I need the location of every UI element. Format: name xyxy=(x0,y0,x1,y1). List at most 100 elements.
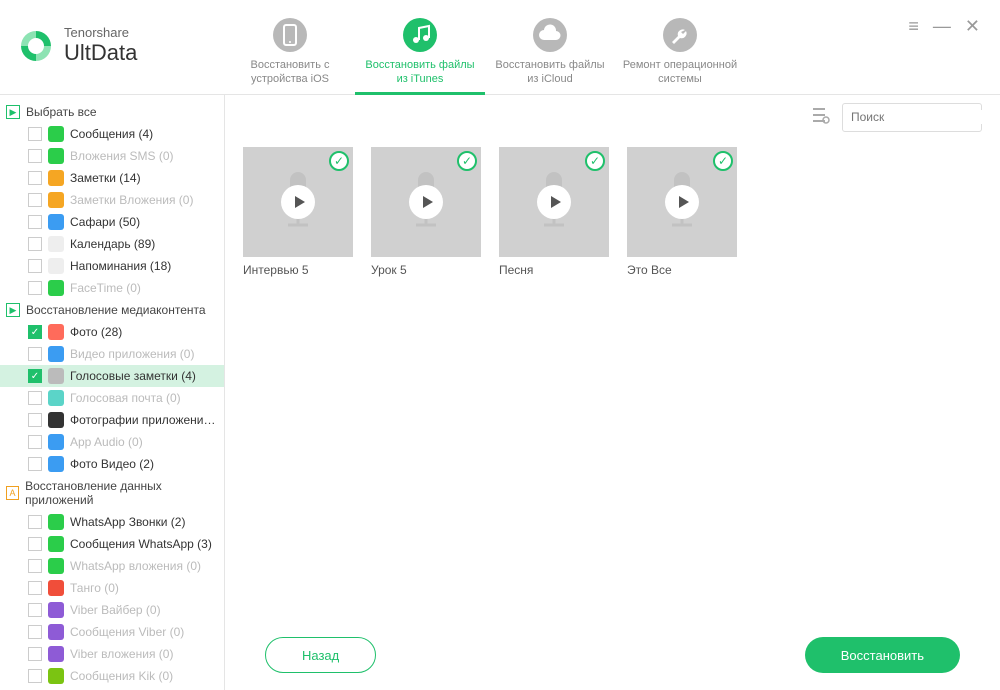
sidebar-item[interactable]: Сообщения Viber (0) xyxy=(0,621,224,643)
group-checkbox[interactable]: A xyxy=(6,486,19,500)
play-icon[interactable] xyxy=(409,185,443,219)
item-checkbox[interactable] xyxy=(28,281,42,295)
item-checkbox[interactable] xyxy=(28,413,42,427)
item-checkbox[interactable] xyxy=(28,625,42,639)
sidebar-item[interactable]: Viber вложения (0) xyxy=(0,643,224,665)
item-checkbox[interactable] xyxy=(28,347,42,361)
item-checkbox[interactable] xyxy=(28,537,42,551)
group-checkbox[interactable]: ▶ xyxy=(6,303,20,317)
tile-thumbnail[interactable]: ✓ xyxy=(371,147,481,257)
category-icon xyxy=(48,170,64,186)
item-checkbox[interactable] xyxy=(28,259,42,273)
search-input[interactable] xyxy=(851,110,1000,124)
item-label: Сообщения Viber (0) xyxy=(70,625,184,639)
tab-phone[interactable]: Восстановить с устройства iOS xyxy=(225,0,355,95)
tile-label: Это Все xyxy=(627,263,737,277)
item-checkbox[interactable] xyxy=(28,457,42,471)
sidebar-item[interactable]: Сообщения WhatsApp (3) xyxy=(0,533,224,555)
item-checkbox[interactable] xyxy=(28,325,42,339)
tile-checkbox[interactable]: ✓ xyxy=(585,151,605,171)
sidebar-item[interactable]: Видео приложения (0) xyxy=(0,343,224,365)
voice-memo-tile[interactable]: ✓Урок 5 xyxy=(371,147,481,277)
sidebar-item[interactable]: Напоминания (18) xyxy=(0,255,224,277)
play-icon[interactable] xyxy=(281,185,315,219)
item-checkbox[interactable] xyxy=(28,171,42,185)
tile-label: Интервью 5 xyxy=(243,263,353,277)
tile-checkbox[interactable]: ✓ xyxy=(457,151,477,171)
sidebar[interactable]: ▶Выбрать все Сообщения (4) Вложения SMS (0… xyxy=(0,95,225,690)
sidebar-item[interactable]: Сообщения (4) xyxy=(0,123,224,145)
wrench-icon xyxy=(663,18,697,52)
item-checkbox[interactable] xyxy=(28,669,42,683)
logo-area: Tenorshare UltData xyxy=(0,0,225,66)
category-icon xyxy=(48,580,64,596)
item-checkbox[interactable] xyxy=(28,559,42,573)
item-checkbox[interactable] xyxy=(28,647,42,661)
search-box[interactable] xyxy=(842,103,982,132)
item-label: Viber Вайбер (0) xyxy=(70,603,161,617)
tab-cloud[interactable]: Восстановить файлы из iCloud xyxy=(485,0,615,95)
group-header[interactable]: ▶Восстановление медиаконтента xyxy=(0,299,224,321)
sidebar-item[interactable]: Заметки Вложения (0) xyxy=(0,189,224,211)
sidebar-item[interactable]: Голосовые заметки (4) xyxy=(0,365,224,387)
sidebar-item[interactable]: Заметки (14) xyxy=(0,167,224,189)
item-label: Сообщения Kik (0) xyxy=(70,669,173,683)
item-checkbox[interactable] xyxy=(28,391,42,405)
close-icon[interactable]: ✕ xyxy=(965,16,980,37)
item-label: Видео приложения (0) xyxy=(70,347,194,361)
voice-memo-tile[interactable]: ✓ Интервью 5 xyxy=(243,147,353,277)
play-icon[interactable] xyxy=(665,185,699,219)
item-checkbox[interactable] xyxy=(28,515,42,529)
menu-icon[interactable]: ≡ xyxy=(908,16,919,37)
item-label: WhatsApp Звонки (2) xyxy=(70,515,185,529)
play-icon[interactable] xyxy=(537,185,571,219)
sidebar-item[interactable]: Фотографии приложений (5) xyxy=(0,409,224,431)
recover-button[interactable]: Восстановить xyxy=(805,637,960,673)
item-checkbox[interactable] xyxy=(28,581,42,595)
sidebar-item[interactable]: FaceTime (0) xyxy=(0,277,224,299)
sidebar-item[interactable]: Сафари (50) xyxy=(0,211,224,233)
group-header[interactable]: AВосстановление данных приложений xyxy=(0,475,224,511)
category-icon xyxy=(48,126,64,142)
tile-thumbnail[interactable]: ✓ xyxy=(627,147,737,257)
item-checkbox[interactable] xyxy=(28,237,42,251)
sidebar-item[interactable]: Фото (28) xyxy=(0,321,224,343)
group-checkbox[interactable]: ▶ xyxy=(6,105,20,119)
group-header[interactable]: ▶Выбрать все xyxy=(0,101,224,123)
item-checkbox[interactable] xyxy=(28,193,42,207)
minimize-icon[interactable]: — xyxy=(933,16,951,37)
item-checkbox[interactable] xyxy=(28,435,42,449)
tile-thumbnail[interactable]: ✓ xyxy=(243,147,353,257)
item-checkbox[interactable] xyxy=(28,149,42,163)
tile-checkbox[interactable]: ✓ xyxy=(329,151,349,171)
sidebar-item[interactable]: Танго (0) xyxy=(0,577,224,599)
item-checkbox[interactable] xyxy=(28,369,42,383)
sidebar-item[interactable]: Вложения SMS (0) xyxy=(0,145,224,167)
item-checkbox[interactable] xyxy=(28,603,42,617)
tile-thumbnail[interactable]: ✓ xyxy=(499,147,609,257)
category-icon xyxy=(48,192,64,208)
item-label: Сообщения (4) xyxy=(70,127,153,141)
back-button[interactable]: Назад xyxy=(265,637,376,673)
sidebar-item[interactable]: Viber Вайбер (0) xyxy=(0,599,224,621)
category-icon xyxy=(48,536,64,552)
voice-memo-tile[interactable]: ✓Песня xyxy=(499,147,609,277)
sidebar-item[interactable]: Календарь (89) xyxy=(0,233,224,255)
sidebar-item[interactable]: App Audio (0) xyxy=(0,431,224,453)
category-icon xyxy=(48,258,64,274)
sidebar-item[interactable]: Сообщения Kik (0) xyxy=(0,665,224,687)
tile-checkbox[interactable]: ✓ xyxy=(713,151,733,171)
tab-wrench[interactable]: Ремонт операционной системы xyxy=(615,0,745,95)
sidebar-item[interactable]: Фото Видео (2) xyxy=(0,453,224,475)
tab-music[interactable]: Восстановить файлы из iTunes xyxy=(355,0,485,95)
item-checkbox[interactable] xyxy=(28,215,42,229)
sidebar-item[interactable]: WhatsApp вложения (0) xyxy=(0,555,224,577)
sidebar-item[interactable]: WhatsApp Звонки (2) xyxy=(0,511,224,533)
tab-label: Ремонт операционной системы xyxy=(615,58,745,87)
item-label: Фото Видео (2) xyxy=(70,457,154,471)
item-checkbox[interactable] xyxy=(28,127,42,141)
item-label: Сафари (50) xyxy=(70,215,140,229)
voice-memo-tile[interactable]: ✓ Это Все xyxy=(627,147,737,277)
sidebar-item[interactable]: Голосовая почта (0) xyxy=(0,387,224,409)
settings-list-icon[interactable] xyxy=(812,106,830,129)
